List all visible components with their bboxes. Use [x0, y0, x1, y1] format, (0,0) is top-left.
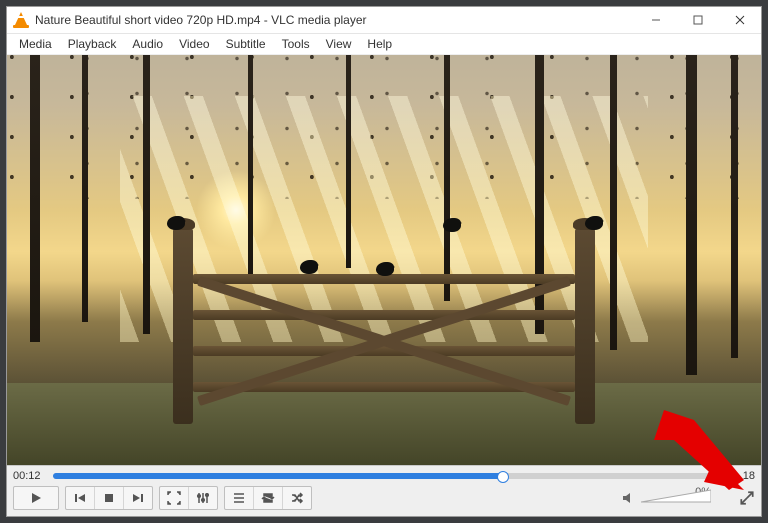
bird-icon: [443, 218, 461, 232]
skip-next-icon: [131, 491, 145, 505]
bird-icon: [167, 216, 185, 230]
seek-slider[interactable]: [53, 470, 715, 482]
vlc-cone-icon: [13, 12, 29, 28]
controls-panel: 00:12 18: [7, 465, 761, 516]
previous-button[interactable]: [66, 487, 95, 509]
menu-audio[interactable]: Audio: [124, 35, 171, 53]
play-icon: [29, 491, 43, 505]
minimize-icon: [651, 15, 661, 25]
close-icon: [735, 15, 745, 25]
play-button[interactable]: [14, 487, 58, 509]
menu-subtitle[interactable]: Subtitle: [218, 35, 274, 53]
seek-progress: [53, 473, 503, 479]
bird-icon: [585, 216, 603, 230]
shuffle-icon: [290, 491, 304, 505]
window-buttons: [635, 7, 761, 33]
play-group: [13, 486, 59, 510]
total-time[interactable]: 18: [721, 470, 755, 482]
menu-help[interactable]: Help: [359, 35, 400, 53]
bird-icon: [300, 260, 318, 274]
close-button[interactable]: [719, 7, 761, 33]
bird-icon: [376, 262, 394, 276]
maximize-icon: [693, 15, 703, 25]
nav-group: [65, 486, 153, 510]
loop-button[interactable]: [254, 487, 283, 509]
extended-settings-icon: [196, 491, 210, 505]
fullscreen-button[interactable]: [160, 487, 189, 509]
list-group: [224, 486, 312, 510]
elapsed-time[interactable]: 00:12: [13, 470, 47, 482]
menu-playback[interactable]: Playback: [60, 35, 125, 53]
app-window: Nature Beautiful short video 720p HD.mp4…: [6, 6, 762, 517]
skip-previous-icon: [73, 491, 87, 505]
fullscreen-icon: [167, 491, 181, 505]
view-group: [159, 486, 218, 510]
menu-view[interactable]: View: [318, 35, 360, 53]
menu-media[interactable]: Media: [11, 35, 60, 53]
seek-row: 00:12 18: [13, 470, 755, 482]
window-title: Nature Beautiful short video 720p HD.mp4…: [35, 13, 635, 27]
button-row: 0%: [13, 486, 755, 510]
playlist-icon: [232, 491, 246, 505]
menu-tools[interactable]: Tools: [274, 35, 318, 53]
seek-thumb[interactable]: [497, 471, 509, 483]
shuffle-button[interactable]: [283, 487, 311, 509]
stop-button[interactable]: [95, 487, 124, 509]
volume-area: 0%: [621, 488, 755, 508]
next-button[interactable]: [124, 487, 152, 509]
wooden-gate: [173, 268, 595, 424]
speaker-icon[interactable]: [621, 491, 635, 505]
volume-triangle-icon: [641, 488, 711, 504]
video-area[interactable]: [7, 55, 761, 465]
playlist-button[interactable]: [225, 487, 254, 509]
menu-video[interactable]: Video: [171, 35, 217, 53]
minimize-button[interactable]: [635, 7, 677, 33]
volume-slider[interactable]: [641, 488, 711, 504]
maximize-button[interactable]: [677, 7, 719, 33]
stop-icon: [102, 491, 116, 505]
extended-settings-button[interactable]: [189, 487, 217, 509]
loop-icon: [261, 491, 275, 505]
title-bar: Nature Beautiful short video 720p HD.mp4…: [7, 7, 761, 34]
expand-icon[interactable]: [739, 490, 755, 506]
menu-bar: Media Playback Audio Video Subtitle Tool…: [7, 34, 761, 55]
